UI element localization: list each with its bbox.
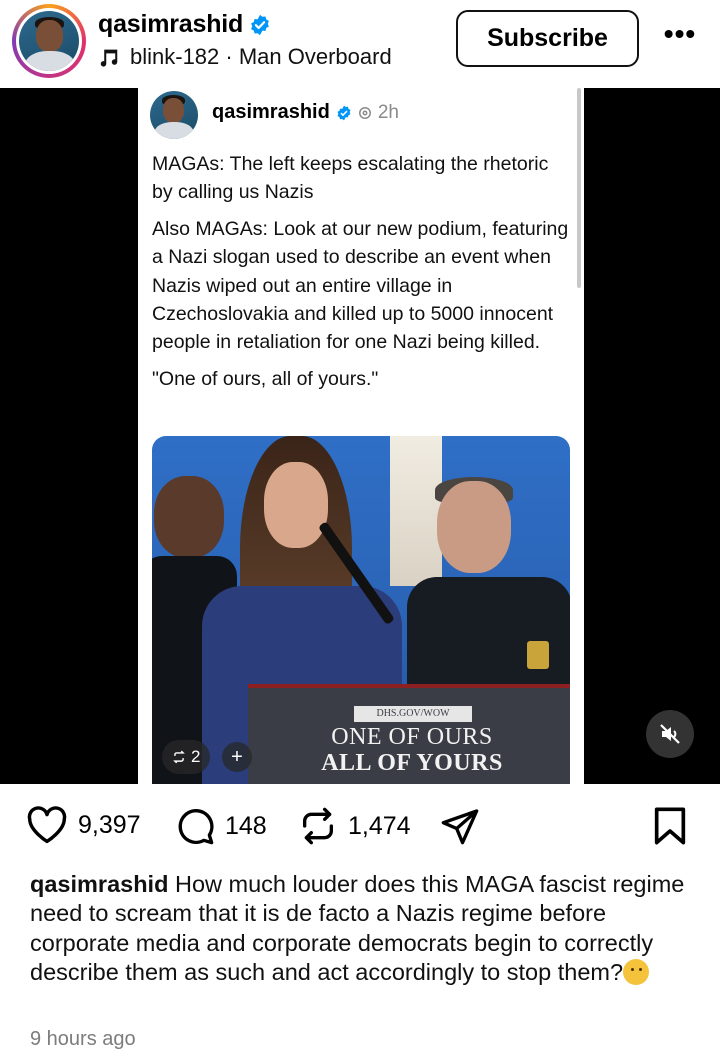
post-media[interactable]: qasimrashid 2h MAGAs: The left keeps esc… [0,88,720,784]
embedded-post-card: qasimrashid 2h MAGAs: The left keeps esc… [138,88,584,784]
embedded-post-text: MAGAs: The left keeps escalating the rhe… [152,150,572,401]
verified-icon [251,14,269,35]
like-count[interactable]: 9,397 [78,811,141,840]
action-bar: 9,397 148 1,474 [0,784,720,870]
more-options-icon[interactable]: ••• [656,18,704,58]
repost-count: 2 [191,747,201,766]
comment-action[interactable]: 148 [175,806,267,846]
profile-avatar[interactable] [12,4,86,78]
mute-button[interactable] [646,710,694,758]
mute-icon [660,724,680,744]
like-action[interactable]: 9,397 [26,806,141,844]
music-note-icon [100,49,118,67]
save-button[interactable] [652,806,688,851]
threads-icon [358,106,371,119]
scrollbar[interactable] [577,88,581,288]
caption-username[interactable]: qasimrashid [30,871,168,897]
embedded-username: qasimrashid 2h [212,101,399,124]
share-action[interactable] [440,806,480,846]
music-attribution[interactable]: blink-182 · Man Overboard [98,44,392,70]
embedded-username-text: qasimrashid [212,101,330,123]
embedded-avatar [150,91,198,139]
add-button[interactable]: + [222,742,252,772]
podium-url: DHS.GOV/WOW [354,706,472,722]
bookmark-icon[interactable] [652,806,688,846]
repost-count-pill[interactable]: 2 [162,740,211,774]
embedded-paragraph: MAGAs: The left keeps escalating the rhe… [152,153,549,204]
subscribe-button[interactable]: Subscribe [456,10,639,67]
embedded-paragraph: Also MAGAs: Look at our new podium, feat… [152,217,569,354]
username-text[interactable]: qasimrashid [98,10,243,39]
podium-slogan-line2: ALL OF YOURS [321,750,503,776]
podium-slogan-line1: ONE OF OURS [331,724,493,750]
repost-action[interactable]: 1,474 [298,806,411,846]
repost-icon[interactable] [298,806,338,846]
embedded-photo: DHS.GOV/WOW ONE OF OURS ALL OF YOURS 2 + [152,436,570,784]
verified-icon [337,105,351,120]
repost-icon [173,750,185,764]
thinking-emoji [623,959,650,986]
comment-count[interactable]: 148 [225,812,267,841]
username-link[interactable]: qasimrashid [98,10,271,39]
post-timestamp: 9 hours ago [30,1028,136,1050]
share-icon[interactable] [440,806,480,846]
embedded-time: 2h [377,101,399,123]
comment-icon[interactable] [175,806,215,846]
embedded-paragraph: "One of ours, all of yours." [152,367,379,390]
post-caption: qasimrashid How much louder does this MA… [30,870,702,988]
post-header: qasimrashid blink-182 · Man Overboard Su… [0,0,720,88]
heart-icon[interactable] [26,806,68,844]
music-text: blink-182 · Man Overboard [130,44,392,69]
repost-count[interactable]: 1,474 [348,812,411,841]
